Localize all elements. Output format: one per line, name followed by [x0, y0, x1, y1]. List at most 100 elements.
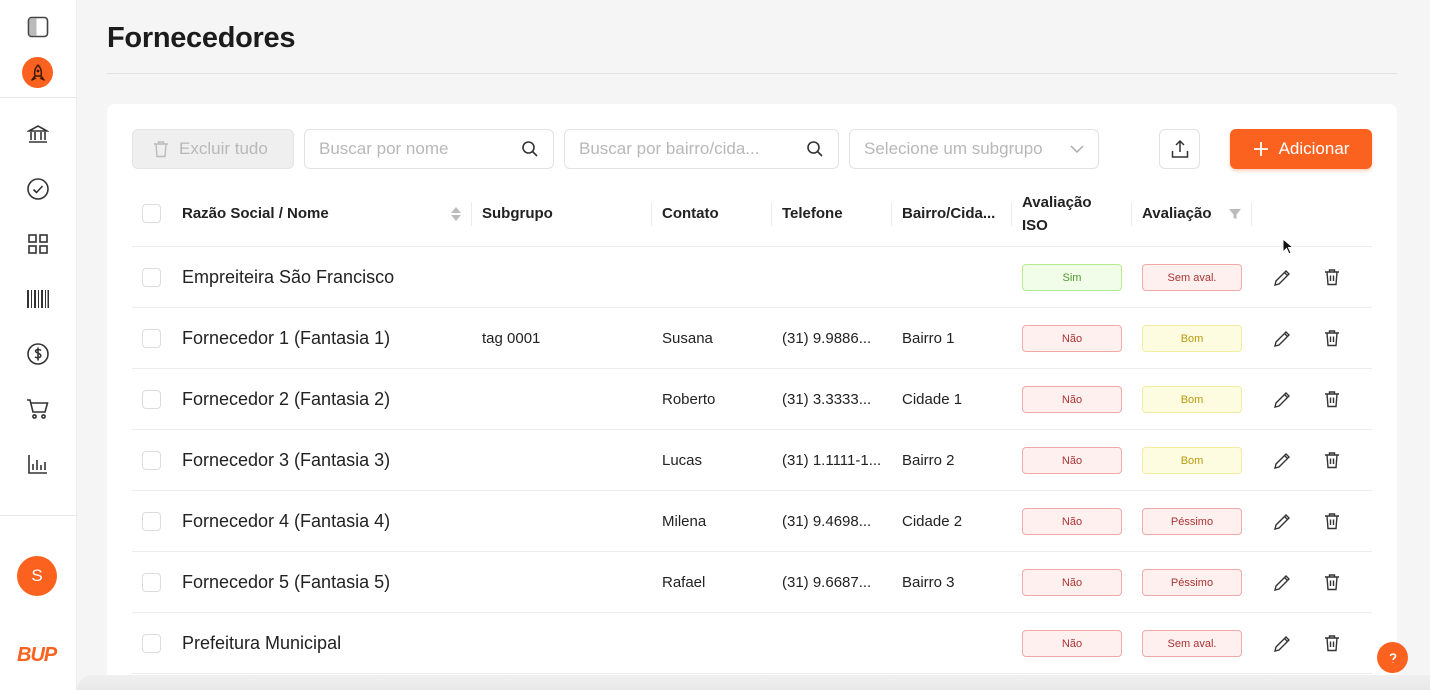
search-location-input[interactable]: [579, 139, 806, 159]
table-row[interactable]: Fornecedor 1 (Fantasia 1) tag 0001 Susana (…: [132, 308, 1372, 369]
cell-location: Cidade 2: [902, 513, 963, 530]
subgroup-select-placeholder: Selecione um subgrupo: [864, 139, 1043, 158]
subgroup-select[interactable]: Selecione um subgrupo: [849, 129, 1099, 169]
cell-iso: Não: [1022, 491, 1122, 552]
trash-icon[interactable]: [1321, 510, 1343, 532]
iso-badge: Não: [1022, 630, 1122, 657]
rating-badge: Sem aval.: [1142, 630, 1242, 657]
trash-icon[interactable]: [1321, 327, 1343, 349]
cell-name: Fornecedor 5 (Fantasia 5): [182, 572, 391, 592]
row-checkbox[interactable]: [142, 552, 161, 613]
trash-icon[interactable]: [1321, 449, 1343, 471]
delete-all-button[interactable]: Excluir tudo: [132, 129, 294, 169]
header-divider: [107, 73, 1397, 74]
row-checkbox[interactable]: [142, 491, 161, 552]
column-header-location: Bairro/Cida...: [902, 205, 996, 222]
filter-icon[interactable]: [1228, 207, 1242, 221]
cell-phone: (31) 1.1111-1...: [782, 452, 882, 469]
column-header-rating-label: Avaliação: [1142, 205, 1212, 222]
app-logo-icon[interactable]: [22, 57, 53, 88]
cell-contact: Rafael: [662, 574, 706, 591]
trash-icon[interactable]: [1321, 388, 1343, 410]
edit-icon[interactable]: [1271, 632, 1293, 654]
table-row[interactable]: Fornecedor 2 (Fantasia 2) Roberto (31) 3.3…: [132, 369, 1372, 430]
bank-icon[interactable]: [19, 115, 57, 153]
column-header-name-label: Razão Social / Nome: [182, 205, 329, 222]
trash-icon[interactable]: [1321, 571, 1343, 593]
column-header-subgroup: Subgrupo: [482, 205, 553, 222]
add-button-label: Adicionar: [1278, 139, 1350, 158]
cell-name: Prefeitura Municipal: [182, 633, 342, 653]
cart-icon[interactable]: [19, 390, 57, 428]
grid-icon[interactable]: [19, 225, 57, 263]
barcode-icon[interactable]: [19, 280, 57, 318]
cell-rating: Bom: [1142, 308, 1242, 369]
chevron-down-icon: [1070, 145, 1084, 154]
search-icon[interactable]: [521, 140, 539, 158]
sidebar-divider: [0, 97, 77, 98]
add-button[interactable]: Adicionar: [1230, 129, 1372, 169]
edit-icon[interactable]: [1271, 571, 1293, 593]
iso-badge: Não: [1022, 569, 1122, 596]
iso-badge: Não: [1022, 386, 1122, 413]
iso-badge: Não: [1022, 447, 1122, 474]
table-header: Razão Social / Nome Subgrupo Contato Tel…: [132, 180, 1372, 247]
rating-badge: Péssimo: [1142, 508, 1242, 535]
cell-contact: Lucas: [662, 452, 703, 469]
cell-rating: Bom: [1142, 369, 1242, 430]
avatar[interactable]: S: [17, 556, 57, 596]
sidebar: S BUP: [0, 0, 77, 690]
row-checkbox[interactable]: [142, 369, 161, 430]
cell-subgroup: tag 0001: [482, 330, 541, 347]
cell-phone: (31) 9.4698...: [782, 513, 872, 530]
export-button[interactable]: [1159, 129, 1200, 169]
column-header-name[interactable]: Razão Social / Nome: [182, 180, 462, 247]
edit-icon[interactable]: [1271, 266, 1293, 288]
bar-chart-icon[interactable]: [19, 445, 57, 483]
toggle-sidebar-icon[interactable]: [19, 8, 57, 46]
table-row[interactable]: Fornecedor 3 (Fantasia 3) Lucas (31) 1.111…: [132, 430, 1372, 491]
row-checkbox[interactable]: [142, 247, 161, 308]
cell-rating: Sem aval.: [1142, 613, 1242, 674]
row-checkbox[interactable]: [142, 308, 161, 369]
column-header-iso-line2: ISO: [1022, 216, 1048, 234]
cell-name: Fornecedor 2 (Fantasia 2): [182, 389, 391, 409]
table-row[interactable]: Fornecedor 5 (Fantasia 5) Rafael (31) 9.66…: [132, 552, 1372, 613]
check-circle-icon[interactable]: [19, 170, 57, 208]
cell-phone: (31) 3.3333...: [782, 391, 872, 408]
sort-icon[interactable]: [450, 205, 462, 223]
rating-badge: Bom: [1142, 386, 1242, 413]
edit-icon[interactable]: [1271, 449, 1293, 471]
bottom-bar: [77, 675, 1430, 690]
rating-badge: Bom: [1142, 325, 1242, 352]
column-header-iso: Avaliação ISO: [1022, 180, 1092, 247]
cell-contact: Milena: [662, 513, 707, 530]
cell-location: Cidade 1: [902, 391, 963, 408]
sidebar-divider: [0, 515, 77, 516]
search-name-input[interactable]: [319, 139, 521, 159]
edit-icon[interactable]: [1271, 510, 1293, 532]
dollar-icon[interactable]: [19, 335, 57, 373]
table-row[interactable]: Prefeitura Municipal Não Sem aval.: [132, 613, 1372, 674]
cell-name: Fornecedor 3 (Fantasia 3): [182, 450, 391, 470]
help-chat-icon[interactable]: [1377, 642, 1408, 673]
edit-icon[interactable]: [1271, 327, 1293, 349]
search-location-field[interactable]: [564, 129, 839, 169]
cell-phone: (31) 9.9886...: [782, 330, 872, 347]
cell-rating: Sem aval.: [1142, 247, 1242, 308]
cell-phone: (31) 9.6687...: [782, 574, 872, 591]
select-all-checkbox[interactable]: [142, 180, 161, 247]
cell-iso: Sim: [1022, 247, 1122, 308]
edit-icon[interactable]: [1271, 388, 1293, 410]
row-checkbox[interactable]: [142, 613, 161, 674]
search-name-field[interactable]: [304, 129, 554, 169]
trash-icon[interactable]: [1321, 266, 1343, 288]
search-icon[interactable]: [806, 140, 824, 158]
table-row[interactable]: Empreiteira São Francisco Sim Sem aval.: [132, 247, 1372, 308]
trash-icon[interactable]: [1321, 632, 1343, 654]
table-row[interactable]: Fornecedor 4 (Fantasia 4) Milena (31) 9.46…: [132, 491, 1372, 552]
trash-icon: [154, 141, 168, 158]
delete-all-label: Excluir tudo: [179, 139, 268, 158]
cell-iso: Não: [1022, 308, 1122, 369]
row-checkbox[interactable]: [142, 430, 161, 491]
